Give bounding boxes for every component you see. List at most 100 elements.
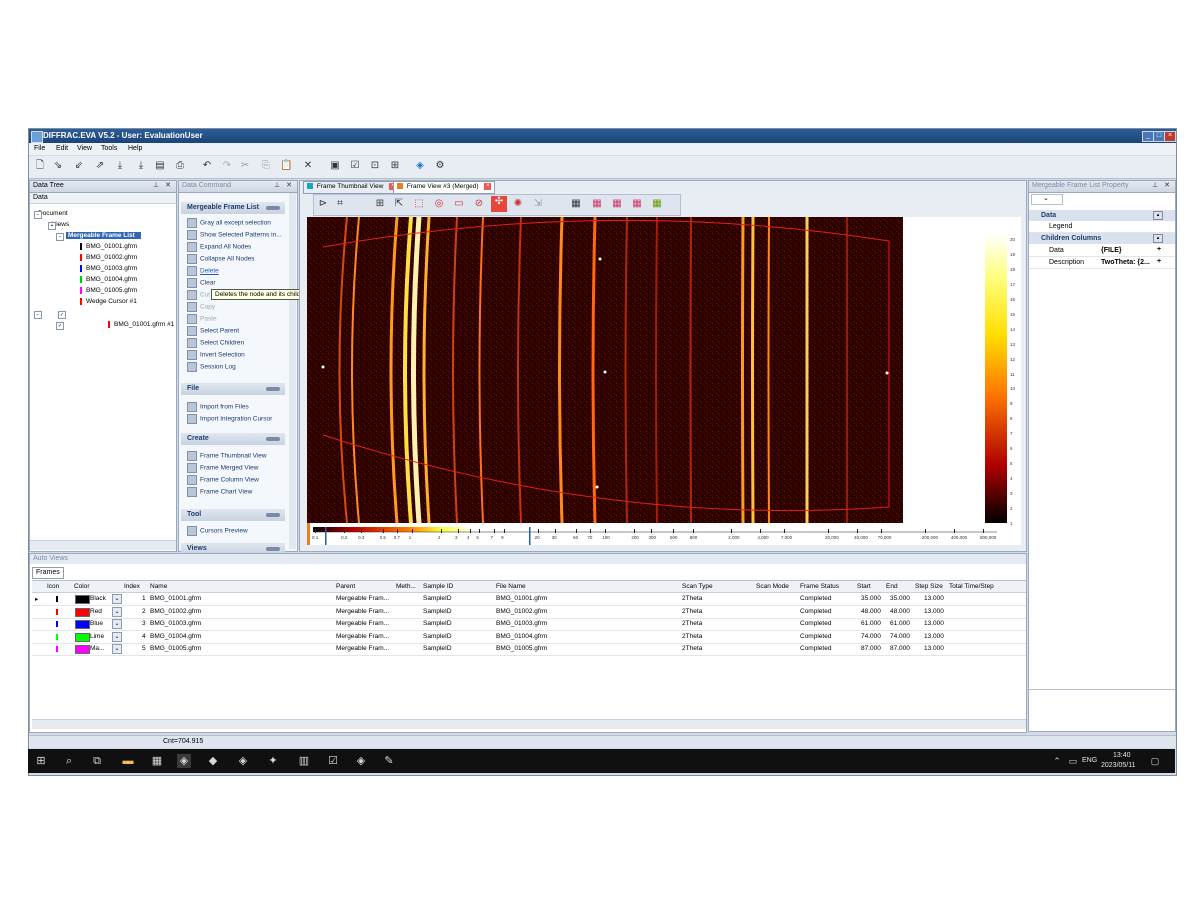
wedge-cursor-icon[interactable]: ⊳ [317,198,329,210]
diffraction-frame-image[interactable] [307,217,1021,545]
legend-row[interactable]: Legend [1029,222,1175,233]
download-help-icon[interactable]: ⤓ [135,160,147,172]
color-dropdown-icon[interactable]: ⌄ [112,619,122,629]
section-collapse-icon[interactable] [266,206,280,210]
pin-icon[interactable]: ⊥ [1151,182,1159,190]
view-a-icon[interactable]: ▦ [570,198,582,210]
collapse-icon[interactable]: ▴ [1153,211,1163,220]
new-document-icon[interactable]: 🗋 [34,160,46,172]
language-indicator[interactable]: ENG [1082,757,1097,764]
add-icon[interactable]: + [1157,246,1161,253]
region-icon[interactable]: ⬚ [413,198,425,210]
command-item[interactable]: Collapse All Nodes [187,254,255,264]
command-item[interactable]: Select Parent [187,326,239,336]
delete-icon[interactable]: ✕ [302,160,314,172]
app-icon-d[interactable]: ✦ [266,754,280,768]
column-header[interactable]: Name [150,583,167,590]
column-header[interactable]: Sample ID [423,583,453,590]
tree-item[interactable]: BMG_01003.gfrm [80,265,137,272]
table-row[interactable]: Blue 3 BMG_01003.gfrm Mergeable Fram... Samp… [32,618,1026,631]
table-row[interactable]: Lime 4 BMG_01004.gfrm Mergeable Fram... Samp… [32,631,1026,644]
view-c-icon[interactable]: ▦ [611,198,623,210]
command-item[interactable]: Invert Selection [187,350,245,360]
table-row[interactable]: ▸ Black 1 BMG_01001.gfrm Mergeable Fram... Sa… [32,593,1026,606]
view-d-icon[interactable]: ▦ [631,198,643,210]
tree-item[interactable]: BMG_01001.gfrm #1 [108,321,174,328]
clock-time[interactable]: 13:40 [1113,752,1131,759]
command-item[interactable]: Show Selected Patterns in... [187,230,282,240]
check-view-icon[interactable]: ☑ [349,160,361,172]
tree-item[interactable]: BMG_01004.gfrm [80,276,137,283]
export-view-icon[interactable]: ⇲ [532,198,544,210]
menu-tools[interactable]: Tools [101,145,117,152]
column-header[interactable]: Parent [336,583,355,590]
checkbox[interactable]: ✓ [58,311,66,319]
tree-item[interactable]: Wedge Cursor #1 [80,298,137,305]
collapse-icon[interactable]: ▴ [1153,234,1163,243]
clock-date[interactable]: 2023/05/11 [1101,762,1136,769]
print-icon[interactable]: ⎙ [174,160,186,172]
table-row[interactable]: Red 2 BMG_01002.gfrm Mergeable Fram... Sampl… [32,606,1026,619]
table-view-icon[interactable]: ⊞ [389,160,401,172]
command-scrollbar[interactable] [289,193,296,549]
column-header[interactable]: Start [857,583,871,590]
command-item[interactable]: Frame Thumbnail View [187,451,267,461]
column-header[interactable]: Scan Type [682,583,713,590]
mask-icon[interactable]: ⊘ [473,198,485,210]
color-dropdown-icon[interactable]: ⌄ [112,631,122,642]
menu-file[interactable]: File [34,145,45,152]
menu-view[interactable]: View [77,145,92,152]
settings-gear-icon[interactable]: ⚙ [434,160,446,172]
checkbox[interactable]: ✓ [56,322,64,330]
diffrac-eva-icon[interactable]: ◈ [177,754,191,768]
pin-icon[interactable]: ⊥ [273,182,281,190]
column-header[interactable]: Total Time/Step [949,583,994,590]
tab-frames[interactable]: Frames [32,567,64,579]
column-header[interactable]: Index [124,583,140,590]
close-panel-icon[interactable]: ✕ [164,182,172,190]
calculator-icon[interactable]: ▥ [297,754,311,768]
close-button[interactable]: × [1164,131,1176,142]
paste-icon[interactable]: 📋 [280,160,292,172]
tree-expander-icon[interactable]: − [34,311,42,319]
tree-item[interactable]: Mergeable Frame List [66,232,141,239]
view-b-icon[interactable]: ▦ [591,198,603,210]
file-explorer-icon[interactable]: ▬ [121,754,135,768]
command-section-header[interactable]: Tool [181,509,285,521]
command-item[interactable]: Cursors Preview [187,526,248,536]
color-dropdown-icon[interactable]: ⌄ [112,644,122,654]
close-tab-icon[interactable]: × [484,182,492,190]
frame-view-canvas[interactable]: 20 19 18 17 16 15 14 13 12 11 10 9 8 7 6 5 4 3 2 1 0.1 0.2 0.… [307,217,1021,545]
command-section-header[interactable]: Create [181,433,285,445]
peak-icon[interactable]: ✺ [512,198,524,210]
section-collapse-icon[interactable] [266,547,280,551]
circle-region-icon[interactable]: ◎ [433,198,445,210]
close-panel-icon[interactable]: ✕ [1163,182,1171,190]
undo-icon[interactable]: ↶ [201,160,213,172]
command-item[interactable]: Import Integration Cursor [187,414,272,424]
command-item[interactable]: Select Children [187,338,244,348]
tree-expander-icon[interactable]: − [56,233,64,241]
fit-icon[interactable]: ⊞ [374,198,386,210]
command-item[interactable]: Expand All Nodes [187,242,251,252]
command-item[interactable]: Copy [187,302,215,312]
download-icon[interactable]: ⤓ [114,160,126,172]
tray-chevron-icon[interactable]: ⌃ [1050,754,1064,768]
app-icon-c[interactable]: ◈ [236,754,250,768]
tab-frame-view-merged[interactable]: Frame View #3 (Merged) × [393,181,496,194]
property-row-data[interactable]: Data {FILE} + [1029,245,1175,257]
tab-frame-thumbnail-view[interactable]: Frame Thumbnail View × [303,181,401,194]
column-header[interactable]: Frame Status [800,583,839,590]
zoom-window-icon[interactable]: ⊡ [369,160,381,172]
command-item[interactable]: Frame Column View [187,475,259,485]
command-item[interactable]: Clear [187,278,216,288]
add-icon[interactable]: + [1157,258,1161,265]
table-row[interactable]: Ma... 5 BMG_01005.gfrm Mergeable Fram... Sam… [32,643,1026,656]
pin-icon[interactable]: ⊥ [152,182,160,190]
section-collapse-icon[interactable] [266,437,280,441]
app-icon-g[interactable]: ✎ [382,754,396,768]
crop-icon[interactable]: ⌗ [334,198,346,210]
color-dropdown-icon[interactable]: ⌄ [112,594,122,604]
tree-scrollbar[interactable] [30,540,176,550]
notification-icon[interactable]: ▢ [1148,754,1162,768]
